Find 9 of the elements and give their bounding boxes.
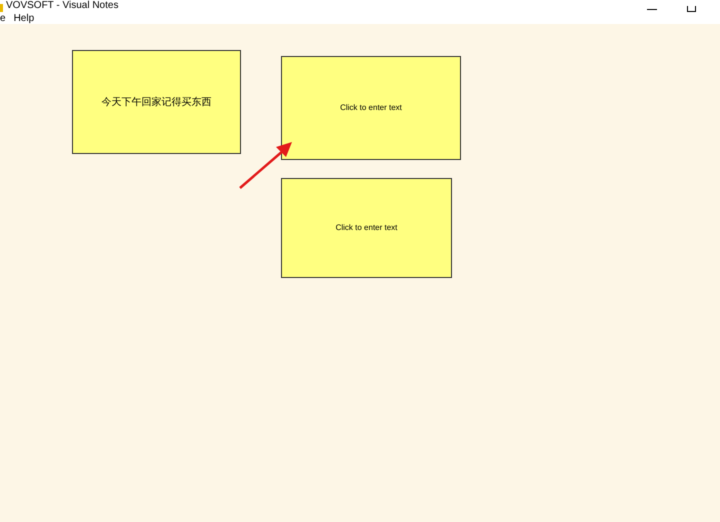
menu-item[interactable]: e [0,10,6,26]
menu-item[interactable]: Help [14,10,34,26]
note-text: 今天下午回家记得买东西 [102,96,212,110]
sticky-note[interactable]: Click to enter text [281,178,452,278]
window-title: VOVSOFT - Visual Notes [6,0,118,12]
note-text: Click to enter text [340,102,402,114]
sticky-note[interactable]: 今天下午回家记得买东西 [72,50,241,154]
sticky-note[interactable]: Click to enter text [281,56,461,160]
note-text: Click to enter text [336,222,398,234]
